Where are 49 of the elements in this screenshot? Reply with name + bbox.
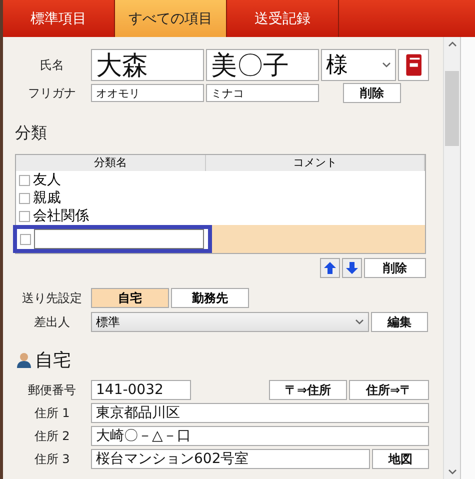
address-label: 住所 3 (33, 450, 71, 468)
scrollbar-thumb[interactable] (445, 70, 459, 146)
caret-icon (355, 319, 364, 325)
name-label: 氏名 (39, 56, 65, 74)
input-field[interactable] (34, 229, 204, 249)
checkbox[interactable] (20, 234, 31, 244)
address-label: 住所 1 (33, 404, 71, 422)
delete-button[interactable]: 削除 (343, 83, 401, 103)
move-up-button[interactable] (320, 258, 340, 278)
lookup-button[interactable]: 住所⇒〒 (349, 380, 429, 400)
scroll-down-icon[interactable] (448, 469, 456, 475)
arrow-down-icon (345, 261, 359, 275)
checkbox[interactable] (19, 210, 30, 222)
category-name: 親戚 (33, 189, 61, 207)
postal-code-label: 郵便番号 (27, 382, 77, 398)
address-label: 住所 2 (33, 428, 71, 444)
map-button[interactable]: 地図 (372, 449, 429, 469)
furigana-label: フリガナ (27, 84, 77, 102)
furigana-last-field[interactable]: オオモリ (91, 84, 204, 102)
destination-label: 送り先設定 (21, 290, 83, 306)
home-heading: 自宅 (35, 349, 71, 372)
lookup-button[interactable]: 〒⇒住所 (269, 380, 347, 400)
postal-code-field[interactable]: 141-0032 (91, 380, 191, 400)
scroll-up-icon[interactable] (448, 41, 456, 47)
honorific-dropdown[interactable]: 様 (321, 49, 396, 81)
category-heading: 分類 (15, 123, 48, 144)
person-icon (17, 352, 31, 368)
address-field[interactable]: 桜台マンション602号室 (91, 449, 370, 469)
sender-label: 差出人 (33, 314, 71, 330)
category-name: 会社関係 (33, 207, 89, 225)
arrow-up-icon (323, 261, 337, 275)
category-name: 友人 (33, 171, 61, 189)
first-name-field[interactable]: 美〇子 (206, 49, 319, 81)
move-down-button[interactable] (342, 258, 362, 278)
delete-button[interactable]: 削除 (364, 258, 426, 278)
checkbox[interactable] (19, 174, 30, 186)
sender-dropdown[interactable]: 標準 (91, 312, 369, 332)
edit-button[interactable]: 編集 (371, 312, 428, 332)
caret-icon (382, 62, 392, 68)
destination-tab[interactable]: 自宅 (91, 288, 169, 308)
checkbox[interactable] (19, 192, 30, 204)
destination-tab[interactable]: 勤務先 (171, 288, 249, 308)
last-name-field[interactable]: 大森 (91, 49, 204, 81)
tab[interactable]: すべての項目 (115, 0, 227, 37)
table-row[interactable] (16, 225, 425, 253)
address-field[interactable]: 大崎〇－△－口 (91, 426, 429, 446)
furigana-first-field[interactable]: ミナコ (206, 84, 319, 102)
address-field[interactable]: 東京都品川区 (91, 403, 429, 423)
book-icon[interactable] (398, 49, 429, 81)
